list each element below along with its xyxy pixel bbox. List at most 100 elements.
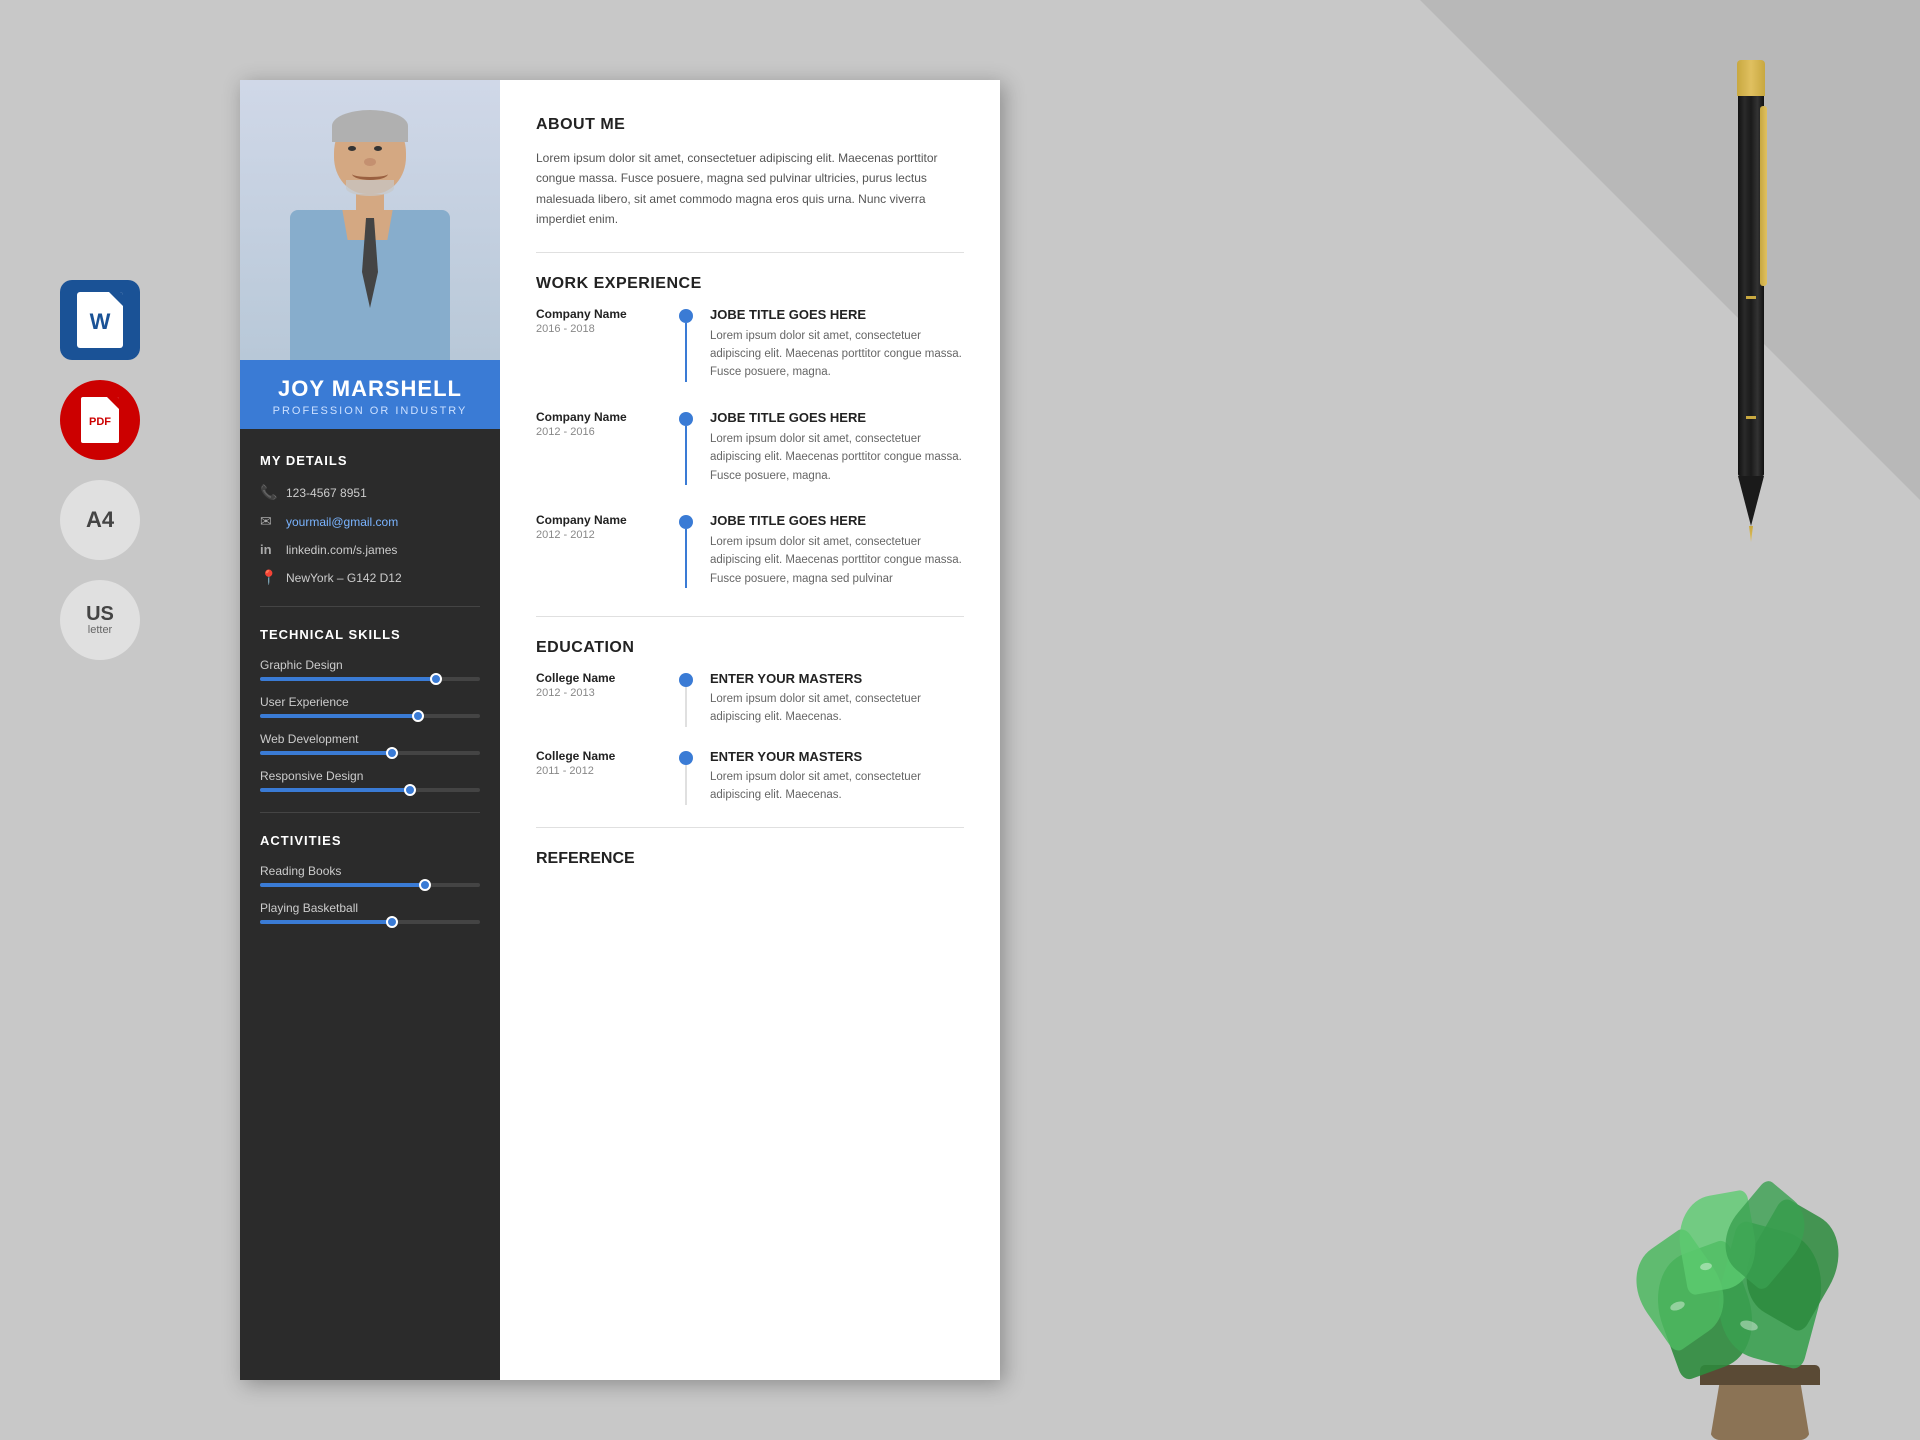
job-desc-1: Lorem ipsum dolor sit amet, consectetuer…	[710, 327, 964, 382]
activity-handle-reading[interactable]	[419, 879, 431, 891]
work-right-3: JOBE TITLE GOES HERE Lorem ipsum dolor s…	[696, 513, 964, 588]
timeline-dot-3	[679, 515, 693, 529]
activities-section-title: ACTIVITIES	[260, 833, 480, 848]
bg-triangle	[1420, 0, 1920, 500]
edu-left-1: College Name 2012 - 2013	[536, 671, 676, 727]
details-section-title: MY DETAILS	[260, 453, 480, 468]
address-value: NewYork – G142 D12	[286, 571, 402, 585]
edu-degree-1: ENTER YOUR MASTERS	[710, 671, 964, 686]
skill-item-graphic-design: Graphic Design	[260, 658, 480, 681]
activity-item-basketball: Playing Basketball	[260, 901, 480, 924]
email-icon: ✉	[260, 513, 276, 530]
edu-dates-1: 2012 - 2013	[536, 687, 676, 699]
name-banner: JOY MARSHELL PROFESSION OR INDUSTRY	[240, 360, 500, 429]
about-section-title: ABOUT ME	[536, 116, 964, 134]
skill-handle-responsive[interactable]	[404, 784, 416, 796]
edu-item-2: College Name 2011 - 2012 ENTER YOUR MAST…	[536, 749, 964, 805]
us-letter-icon[interactable]: US letter	[60, 580, 140, 660]
left-panel-content: MY DETAILS 📞 123-4567 8951 ✉ yourmail@gm…	[240, 429, 500, 1380]
reference-section-title: REFERENCE	[536, 850, 964, 868]
word-icon[interactable]: W	[60, 280, 140, 360]
skill-bar-fill-responsive	[260, 788, 410, 792]
edu-right-1: ENTER YOUR MASTERS Lorem ipsum dolor sit…	[696, 671, 964, 727]
pen-decoration	[1737, 60, 1765, 542]
activity-name-basketball: Playing Basketball	[260, 901, 480, 915]
linkedin-icon: in	[260, 542, 276, 557]
a4-icon[interactable]: A4	[60, 480, 140, 560]
work-right-1: JOBE TITLE GOES HERE Lorem ipsum dolor s…	[696, 307, 964, 382]
phone-detail: 📞 123-4567 8951	[260, 484, 480, 501]
timeline-line-1	[685, 323, 687, 382]
edu-desc-2: Lorem ipsum dolor sit amet, consectetuer…	[710, 768, 964, 805]
job-desc-3: Lorem ipsum dolor sit amet, consectetuer…	[710, 533, 964, 588]
pdf-icon[interactable]: PDF	[60, 380, 140, 460]
company-1: Company Name	[536, 307, 676, 321]
timeline-line-2	[685, 426, 687, 485]
edu-degree-2: ENTER YOUR MASTERS	[710, 749, 964, 764]
work-section-title: WORK EXPERIENCE	[536, 275, 964, 293]
work-dates-2: 2012 - 2016	[536, 426, 676, 438]
edu-dates-2: 2011 - 2012	[536, 765, 676, 777]
resume-container: JOY MARSHELL PROFESSION OR INDUSTRY MY D…	[240, 80, 1000, 1380]
college-2: College Name	[536, 749, 676, 763]
about-divider	[536, 252, 964, 253]
education-divider	[536, 827, 964, 828]
phone-icon: 📞	[260, 484, 276, 501]
skills-section-title: TECHNICAL SKILLS	[260, 627, 480, 642]
activity-bar-track-reading	[260, 883, 480, 887]
right-panel: ABOUT ME Lorem ipsum dolor sit amet, con…	[500, 80, 1000, 1380]
edu-item-1: College Name 2012 - 2013 ENTER YOUR MAST…	[536, 671, 964, 727]
work-dates-3: 2012 - 2012	[536, 529, 676, 541]
work-left-3: Company Name 2012 - 2012	[536, 513, 676, 588]
timeline-dot-1	[679, 309, 693, 323]
person-name: JOY MARSHELL	[260, 376, 480, 402]
activity-handle-basketball[interactable]	[386, 916, 398, 928]
word-letter: W	[90, 309, 111, 335]
work-divider	[536, 616, 964, 617]
pdf-label: PDF	[89, 416, 111, 428]
edu-line-1	[685, 687, 687, 727]
activity-bar-track-basketball	[260, 920, 480, 924]
work-right-2: JOBE TITLE GOES HERE Lorem ipsum dolor s…	[696, 410, 964, 485]
address-detail: 📍 NewYork – G142 D12	[260, 569, 480, 586]
job-desc-2: Lorem ipsum dolor sit amet, consectetuer…	[710, 430, 964, 485]
edu-dotline-1	[676, 671, 696, 727]
timeline-line-3	[685, 529, 687, 588]
edu-dot-2	[679, 751, 693, 765]
edu-left-2: College Name 2011 - 2012	[536, 749, 676, 805]
edu-line-2	[685, 765, 687, 805]
left-icons-panel: W PDF A4 US letter	[60, 280, 140, 660]
skill-handle-webdev[interactable]	[386, 747, 398, 759]
skill-name-graphic-design: Graphic Design	[260, 658, 480, 672]
left-panel: JOY MARSHELL PROFESSION OR INDUSTRY MY D…	[240, 80, 500, 1380]
skill-bar-track-ux	[260, 714, 480, 718]
timeline-dotline-3	[676, 513, 696, 588]
email-detail: ✉ yourmail@gmail.com	[260, 513, 480, 530]
education-section-title: EDUCATION	[536, 639, 964, 657]
skills-divider	[260, 812, 480, 813]
college-1: College Name	[536, 671, 676, 685]
work-item-3: Company Name 2012 - 2012 JOBE TITLE GOES…	[536, 513, 964, 588]
phone-value: 123-4567 8951	[286, 486, 367, 500]
edu-desc-1: Lorem ipsum dolor sit amet, consectetuer…	[710, 690, 964, 727]
email-value[interactable]: yourmail@gmail.com	[286, 515, 398, 529]
work-left-2: Company Name 2012 - 2016	[536, 410, 676, 485]
skill-bar-fill-ux	[260, 714, 418, 718]
about-text: Lorem ipsum dolor sit amet, consectetuer…	[536, 148, 964, 230]
skill-bar-track-graphic-design	[260, 677, 480, 681]
skill-handle-ux[interactable]	[412, 710, 424, 722]
edu-dot-1	[679, 673, 693, 687]
skill-bar-track-webdev	[260, 751, 480, 755]
edu-dotline-2	[676, 749, 696, 805]
linkedin-value: linkedin.com/s.james	[286, 543, 397, 557]
activity-name-reading: Reading Books	[260, 864, 480, 878]
skill-bar-fill-webdev	[260, 751, 392, 755]
skill-handle-graphic-design[interactable]	[430, 673, 442, 685]
timeline-dot-2	[679, 412, 693, 426]
skill-bar-fill-graphic-design	[260, 677, 436, 681]
us-sublabel: letter	[88, 624, 112, 636]
skill-item-responsive: Responsive Design	[260, 769, 480, 792]
plant-decoration	[1620, 1060, 1900, 1440]
skill-name-responsive: Responsive Design	[260, 769, 480, 783]
timeline-dotline-2	[676, 410, 696, 485]
